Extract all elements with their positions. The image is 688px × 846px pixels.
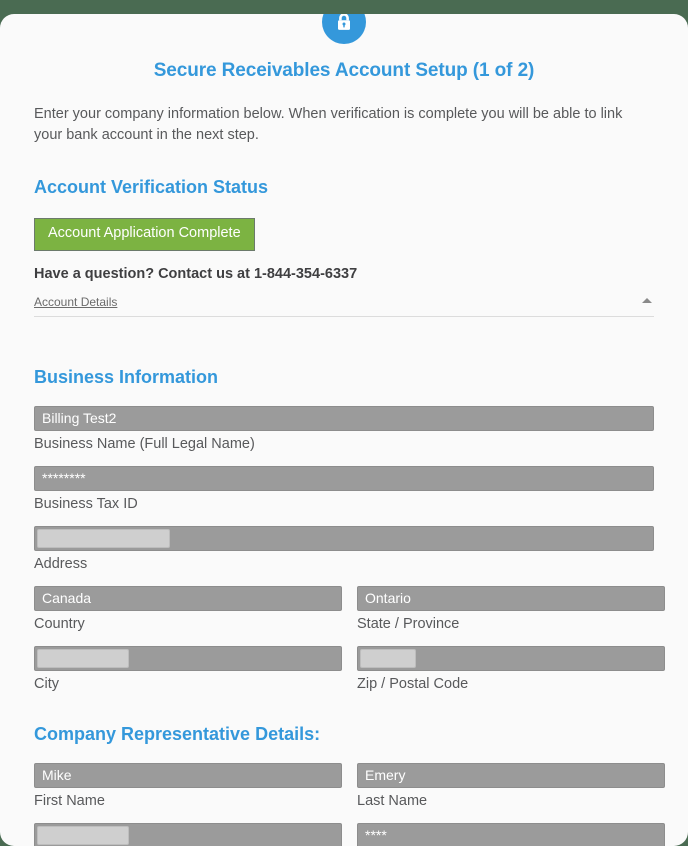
zip-redaction xyxy=(360,648,416,668)
caret-up-icon xyxy=(642,297,652,303)
date-of-birth-redaction xyxy=(37,825,129,845)
field-business-name: Business Name (Full Legal Name) xyxy=(34,405,654,452)
field-city: City xyxy=(34,645,342,692)
business-name-input[interactable] xyxy=(34,405,654,431)
field-business-tax-id: Business Tax ID xyxy=(34,465,654,512)
last-name-input[interactable] xyxy=(357,762,665,788)
city-label: City xyxy=(34,675,59,692)
field-date-of-birth: Date of Birth xyxy=(34,822,342,846)
state-province-label: State / Province xyxy=(357,615,460,632)
accordion-label: Account Details xyxy=(34,294,118,309)
field-ssn-last-4: SSN (Last 4 Digits) xyxy=(357,822,665,846)
zip-postal-code-label: Zip / Postal Code xyxy=(357,675,469,692)
section-heading-business-information: Business Information xyxy=(34,366,219,387)
ssn-last-4-input[interactable] xyxy=(357,822,665,846)
field-country: Country xyxy=(34,585,342,632)
country-input[interactable] xyxy=(34,585,342,611)
field-last-name: Last Name xyxy=(357,762,665,809)
field-first-name: First Name xyxy=(34,762,342,809)
first-name-label: First Name xyxy=(34,792,105,809)
city-redaction xyxy=(37,648,129,668)
address-label: Address xyxy=(34,555,88,572)
intro-text: Enter your company information below. Wh… xyxy=(34,106,623,144)
account-setup-card: Secure Receivables Account Setup (1 of 2… xyxy=(0,14,688,846)
row-city-zip: City Zip / Postal Code xyxy=(34,645,665,692)
contact-info-text: Have a question? Contact us at 1-844-354… xyxy=(34,265,358,282)
field-state-province: State / Province xyxy=(357,585,665,632)
row-country-state: Country State / Province xyxy=(34,585,665,632)
accordion-account-details[interactable]: Account Details xyxy=(34,293,654,317)
accordion-panel xyxy=(34,317,654,333)
section-heading-verification: Account Verification Status xyxy=(34,177,269,198)
business-tax-id-label: Business Tax ID xyxy=(34,495,138,512)
business-tax-id-input[interactable] xyxy=(34,465,654,491)
row-dob-ssn: Date of Birth SSN (Last 4 Digits) xyxy=(34,822,665,846)
field-zip-postal-code: Zip / Postal Code xyxy=(357,645,665,692)
address-redaction xyxy=(37,528,170,548)
section-heading-company-representative: Company Representative Details: xyxy=(34,723,321,744)
country-label: Country xyxy=(34,615,85,632)
state-province-input[interactable] xyxy=(357,585,665,611)
last-name-label: Last Name xyxy=(357,792,428,809)
status-badge-account-application-complete[interactable]: Account Application Complete xyxy=(34,218,255,251)
business-name-label: Business Name (Full Legal Name) xyxy=(34,435,255,452)
field-address: Address xyxy=(34,525,654,572)
first-name-input[interactable] xyxy=(34,762,342,788)
row-first-last-name: First Name Last Name xyxy=(34,762,665,809)
